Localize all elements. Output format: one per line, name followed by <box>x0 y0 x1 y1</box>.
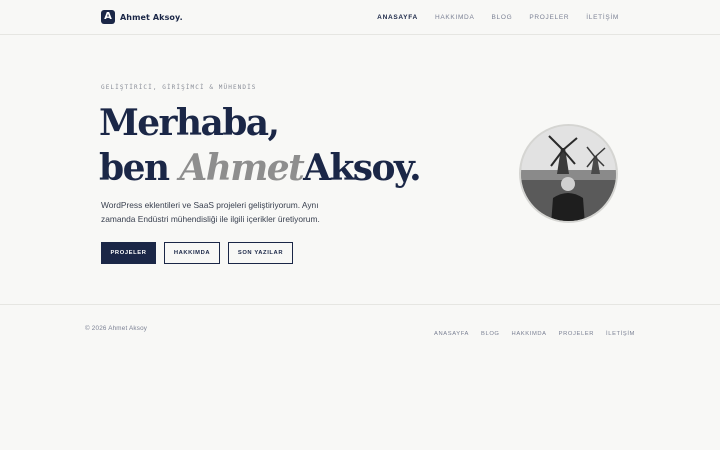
nav-item-projeler[interactable]: PROJELER <box>529 14 569 21</box>
logo[interactable]: A Ahmet Aksoy. <box>101 10 183 24</box>
hero-title-emphasis: Ahmet <box>179 147 304 189</box>
footer-nav-blog[interactable]: BLOG <box>481 331 500 337</box>
logo-icon: A <box>101 10 115 24</box>
footer-nav-projeler[interactable]: PROJELER <box>559 331 594 337</box>
nav-item-iletisim[interactable]: İLETİŞİM <box>586 14 619 21</box>
footer-nav-hakkimda[interactable]: HAKKIMDA <box>512 331 547 337</box>
footer-nav: ANASAYFA BLOG HAKKIMDA PROJELER İLETİŞİM <box>422 331 635 337</box>
projects-button[interactable]: PROJELER <box>101 242 156 264</box>
footer-nav-anasayfa[interactable]: ANASAYFA <box>434 331 469 337</box>
nav-item-anasayfa[interactable]: ANASAYFA <box>377 14 418 21</box>
about-button[interactable]: HAKKIMDA <box>164 242 220 264</box>
profile-photo-illustration <box>521 126 616 221</box>
brand-name: Ahmet Aksoy. <box>120 12 183 22</box>
copyright: © 2026 Ahmet Aksoy <box>85 325 148 332</box>
hero-eyebrow: GELİŞTİRİCİ, GİRİŞİMCİ & MÜHENDİS <box>101 84 257 91</box>
main-nav: ANASAYFA HAKKIMDA BLOG PROJELER İLETİŞİM <box>360 14 619 21</box>
profile-photo <box>519 124 618 223</box>
footer-nav-iletisim[interactable]: İLETİŞİM <box>606 331 635 337</box>
hero-title: Merhaba, ben AhmetAksoy. <box>99 101 422 191</box>
hero-title-pre: ben <box>99 147 180 189</box>
footer-divider <box>0 304 720 305</box>
hero-subtitle: WordPress eklentileri ve SaaS projeleri … <box>101 200 320 224</box>
hero-title-line1: Merhaba, <box>99 102 280 144</box>
site-header: A Ahmet Aksoy. ANASAYFA HAKKIMDA BLOG PR… <box>0 0 720 35</box>
nav-item-blog[interactable]: BLOG <box>492 14 513 21</box>
hero-title-post: Aksoy. <box>303 147 421 189</box>
hero-buttons: PROJELER HAKKIMDA SON YAZILAR <box>101 242 301 264</box>
latest-posts-button[interactable]: SON YAZILAR <box>228 242 293 264</box>
nav-item-hakkimda[interactable]: HAKKIMDA <box>435 14 475 21</box>
